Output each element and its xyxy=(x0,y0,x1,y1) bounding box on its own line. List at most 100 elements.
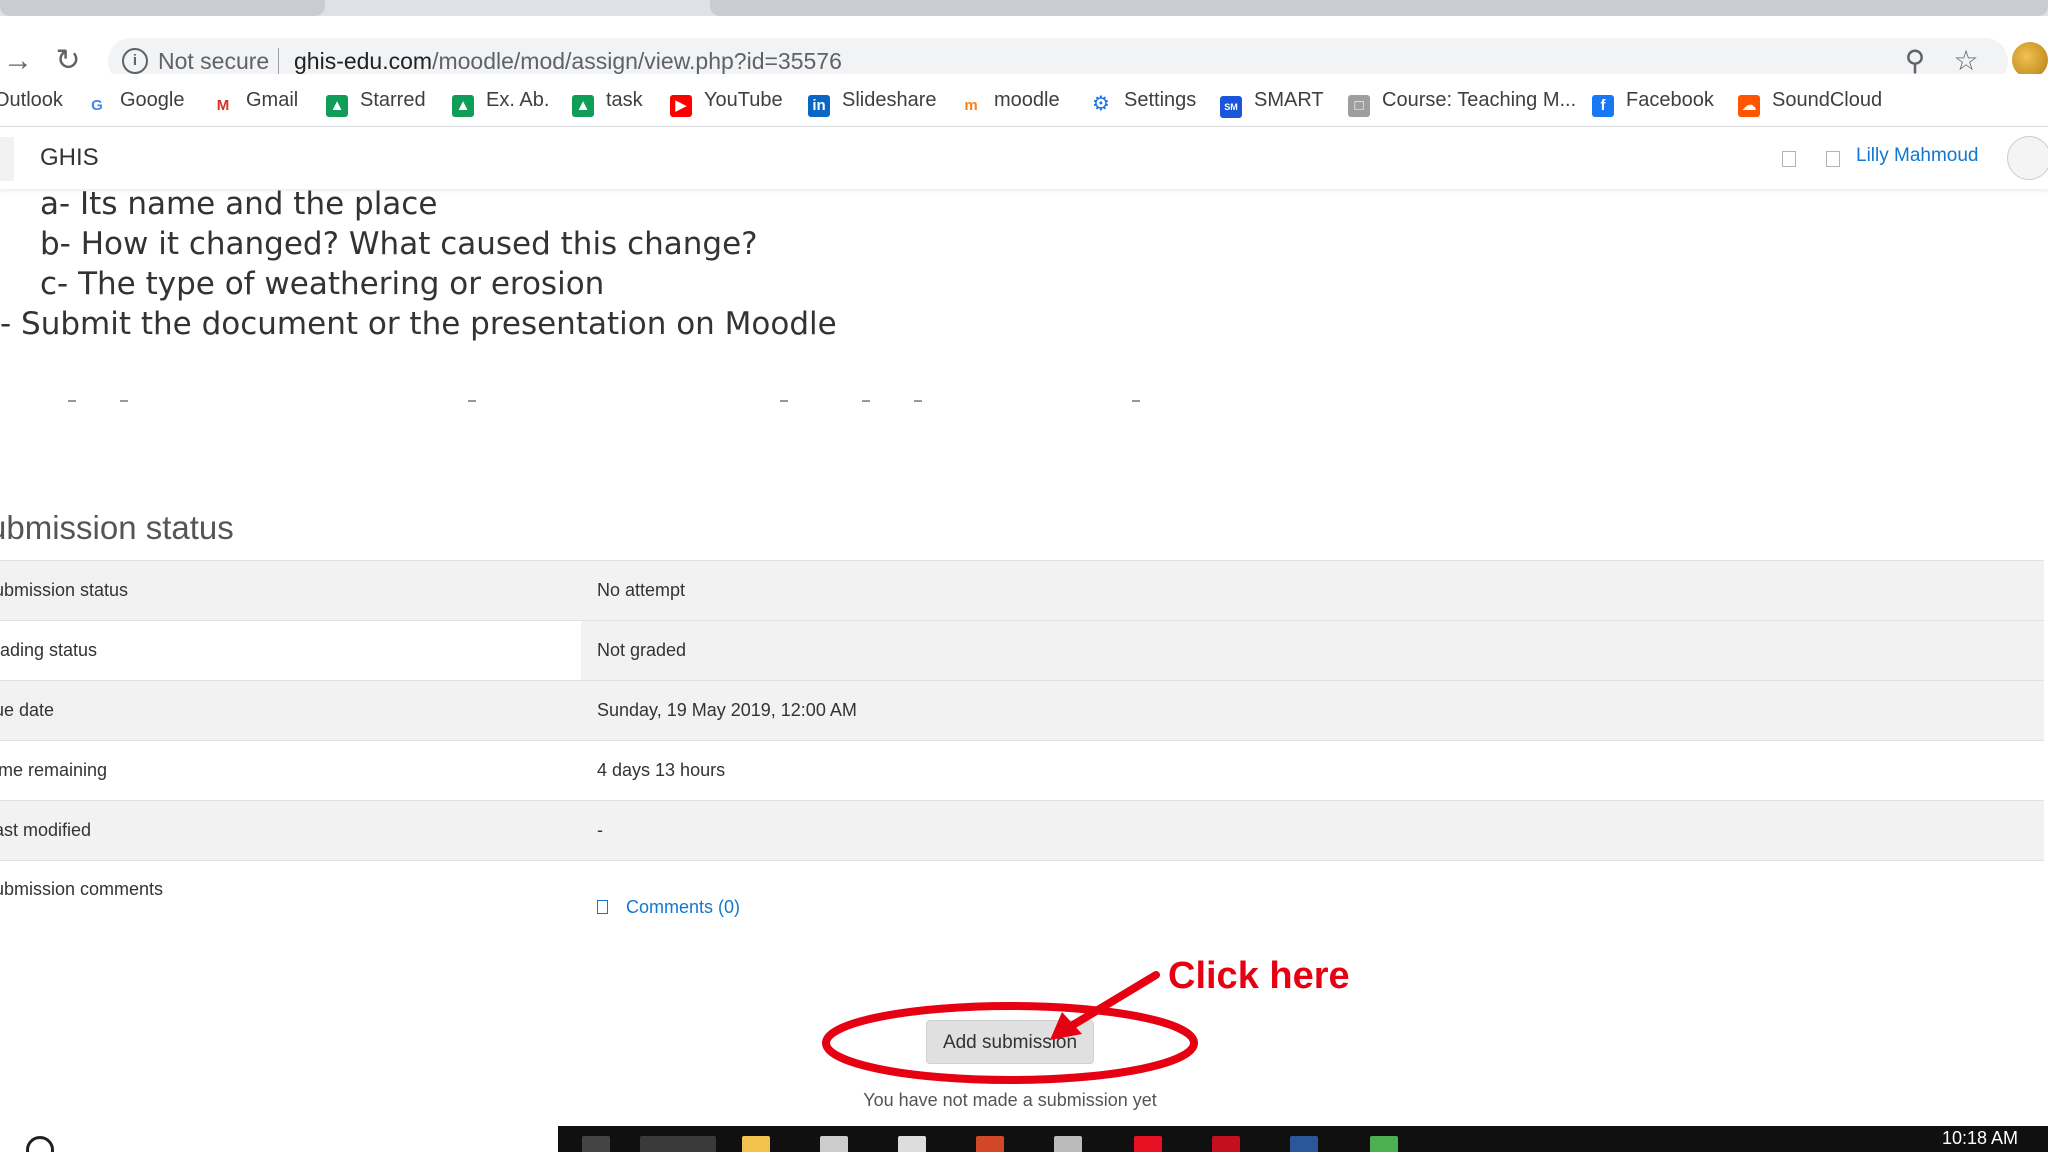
soundcloud-icon: ☁ xyxy=(1738,95,1760,117)
bookmark-label: Outlook xyxy=(0,89,63,111)
bookmark-label: Facebook xyxy=(1626,89,1714,111)
drawer-toggle[interactable] xyxy=(0,137,14,181)
bookmark-starred[interactable]: ▲ Starred xyxy=(326,86,426,117)
url-text[interactable]: ghis-edu.com/moodle/mod/assign/view.php?… xyxy=(294,48,842,75)
comments-link[interactable]: Comments (0) xyxy=(597,897,740,917)
bookmark-label: Starred xyxy=(360,89,426,111)
browser-tab[interactable] xyxy=(710,0,2048,16)
bookmark-label: Ex. Ab. xyxy=(486,89,550,111)
intro-line: b- How it changed? What caused this chan… xyxy=(40,226,758,262)
chrome-icon[interactable] xyxy=(640,1136,716,1152)
row-value: - xyxy=(581,800,2044,861)
url-path: /moodle/mod/assign/view.php?id=35576 xyxy=(432,48,842,74)
taskbar-search[interactable] xyxy=(0,1126,558,1152)
gear-icon: ⚙ xyxy=(1090,93,1112,115)
user-menu[interactable]: Lilly Mahmoud xyxy=(1856,145,1979,167)
bookmark-google[interactable]: G Google xyxy=(86,86,185,117)
powerpoint-icon[interactable] xyxy=(976,1136,1004,1152)
info-icon[interactable]: i xyxy=(122,48,148,74)
bookmark-label: Gmail xyxy=(246,89,299,111)
comment-icon xyxy=(597,900,608,914)
site-name[interactable]: GHIS xyxy=(40,144,99,172)
assignment-description: a- Its name and the place b- How it chan… xyxy=(0,184,837,344)
security-label[interactable]: Not secure xyxy=(158,48,269,75)
drive-icon: ▲ xyxy=(326,95,348,117)
user-avatar[interactable] xyxy=(2007,136,2048,180)
page-icon: □ xyxy=(1348,95,1370,117)
app-icon[interactable] xyxy=(1134,1136,1162,1152)
table-row: ubmission status No attempt xyxy=(0,560,2044,621)
row-label: ubmission status xyxy=(0,560,581,621)
bookmark-facebook[interactable]: f Facebook xyxy=(1592,86,1714,117)
row-label: ue date xyxy=(0,680,581,741)
search-icon xyxy=(26,1136,54,1152)
star-icon[interactable]: ☆ xyxy=(1951,46,1981,76)
bookmark-gmail[interactable]: M Gmail xyxy=(212,86,299,117)
moodle-navbar: GHIS Lilly Mahmoud xyxy=(0,127,2048,189)
bookmark-ex-ab[interactable]: ▲ Ex. Ab. xyxy=(452,86,550,117)
intro-line: c- The type of weathering or erosion xyxy=(40,266,605,302)
bookmark-label: moodle xyxy=(994,89,1060,111)
facebook-icon: f xyxy=(1592,95,1614,117)
store-icon[interactable] xyxy=(820,1136,848,1152)
click-here-label: Click here xyxy=(1168,955,1350,997)
drive-icon: ▲ xyxy=(452,95,474,117)
bookmark-outlook[interactable]: Outlook xyxy=(0,86,63,114)
divider xyxy=(278,48,279,74)
bookmark-label: Settings xyxy=(1124,89,1197,111)
bookmark-youtube[interactable]: ▶ YouTube xyxy=(670,86,783,117)
submission-status-heading: ubmission status xyxy=(0,509,234,547)
profile-avatar[interactable] xyxy=(2012,42,2048,78)
smart-icon: SM xyxy=(1220,96,1242,118)
bookmark-label: YouTube xyxy=(704,89,783,111)
app-icon[interactable] xyxy=(1212,1136,1240,1152)
table-row: ime remaining 4 days 13 hours xyxy=(0,740,2044,801)
cut-off-text-line xyxy=(0,400,1200,404)
tab-strip xyxy=(0,0,2048,16)
task-view-icon[interactable] xyxy=(582,1136,610,1152)
browser-tab[interactable] xyxy=(0,0,325,16)
table-row: ue date Sunday, 19 May 2019, 12:00 AM xyxy=(0,680,2044,741)
bookmark-soundcloud[interactable]: ☁ SoundCloud xyxy=(1738,86,1883,117)
url-host: ghis-edu.com xyxy=(294,48,433,74)
bookmark-label: task xyxy=(606,89,643,111)
zoom-icon[interactable]: ⚲ xyxy=(1900,46,1930,76)
table-row: ast modified - xyxy=(0,800,2044,861)
add-submission-button[interactable]: Add submission xyxy=(926,1020,1094,1064)
bookmarks-bar: Outlook G Google M Gmail ▲ Starred ▲ Ex. Ab.… xyxy=(0,74,2048,127)
row-value: Not graded xyxy=(581,620,2044,681)
row-label: rading status xyxy=(0,620,581,681)
submission-status-table: ubmission status No attempt rading statu… xyxy=(0,560,2044,965)
bookmark-task[interactable]: ▲ task xyxy=(572,86,643,117)
app-icon[interactable] xyxy=(1370,1136,1398,1152)
bookmark-course[interactable]: □ Course: Teaching M... xyxy=(1348,86,1577,117)
bookmark-settings[interactable]: ⚙ Settings xyxy=(1090,86,1197,115)
bookmark-smart[interactable]: SM SMART xyxy=(1220,86,1324,118)
row-value: No attempt xyxy=(581,560,2044,621)
bookmark-label: SMART xyxy=(1254,89,1324,111)
table-row: rading status Not graded xyxy=(0,620,2044,681)
row-value: Comments (0) xyxy=(581,860,2044,965)
table-row: ubmission comments Comments (0) xyxy=(0,860,2044,965)
taskbar-clock[interactable]: 10:18 AM xyxy=(1942,1128,2018,1149)
comments-label: Comments (0) xyxy=(626,897,741,917)
moodle-icon: m xyxy=(960,95,982,117)
word-icon[interactable] xyxy=(1290,1136,1318,1152)
messages-icon[interactable] xyxy=(1826,151,1840,167)
youtube-icon: ▶ xyxy=(670,95,692,117)
gmail-icon: M xyxy=(212,95,234,117)
address-bar: → ↻ i Not secure ghis-edu.com/moodle/mod… xyxy=(0,16,2048,84)
bookmark-moodle[interactable]: m moodle xyxy=(960,86,1060,117)
bookmark-label: SoundCloud xyxy=(1772,89,1883,111)
google-icon: G xyxy=(86,95,108,117)
screen: → ↻ i Not secure ghis-edu.com/moodle/mod… xyxy=(0,0,2048,1152)
bookmark-label: Course: Teaching M... xyxy=(1382,89,1577,111)
bookmark-slideshare[interactable]: in Slideshare xyxy=(808,86,937,117)
file-explorer-icon[interactable] xyxy=(742,1136,770,1152)
notifications-icon[interactable] xyxy=(1782,151,1796,167)
taskbar: 10:18 AM xyxy=(0,1126,2048,1152)
app-icon[interactable] xyxy=(898,1136,926,1152)
intro-line: - Submit the document or the presentatio… xyxy=(0,306,837,342)
row-label: ubmission comments xyxy=(0,860,581,965)
app-icon[interactable] xyxy=(1054,1136,1082,1152)
